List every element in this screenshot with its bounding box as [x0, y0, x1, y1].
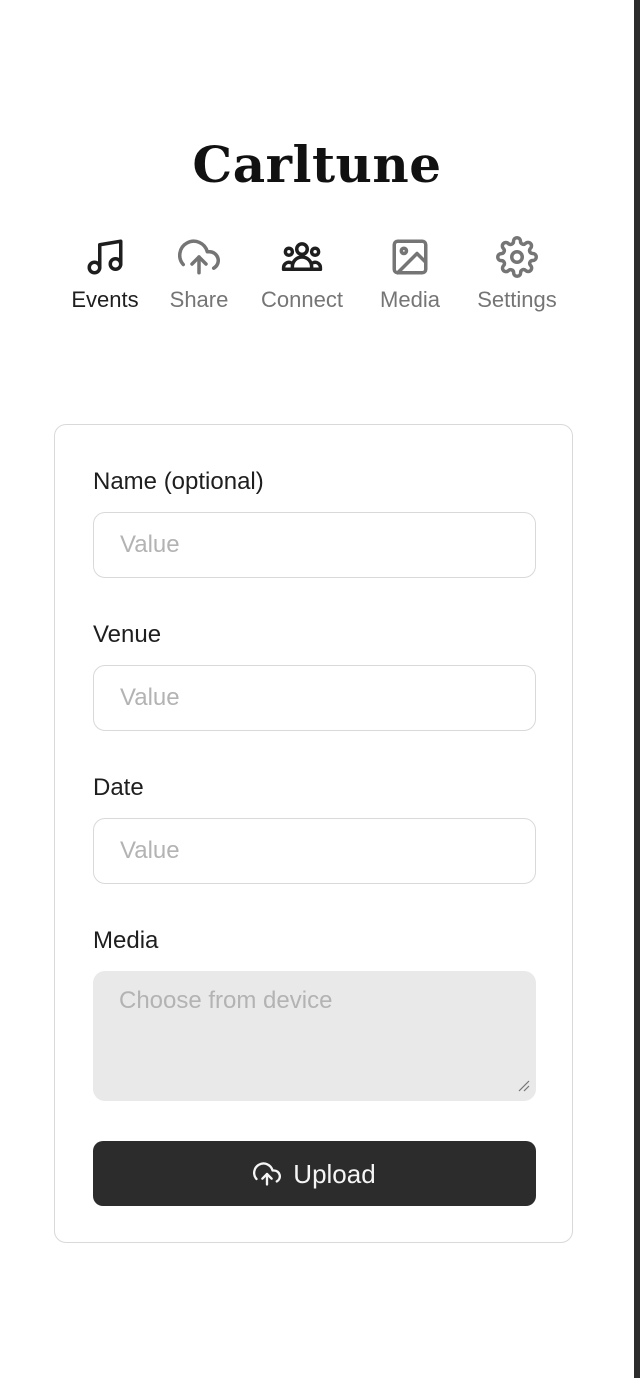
nav-item-label: Connect: [261, 287, 343, 312]
image-icon: [389, 236, 431, 278]
nav-item-settings[interactable]: Settings: [466, 236, 568, 320]
nav-item-label: Share: [169, 287, 229, 312]
upload-button-label: Upload: [293, 1158, 376, 1189]
nav-item-label: Events: [71, 287, 139, 312]
upload-cloud-icon: [178, 236, 220, 278]
name-input[interactable]: [93, 512, 536, 578]
users-icon: [281, 236, 323, 278]
event-form-card: Name (optional) Venue Date Media Upload: [54, 424, 573, 1243]
resize-handle-icon[interactable]: [518, 1079, 530, 1092]
venue-input[interactable]: [93, 665, 536, 731]
nav-item-share[interactable]: Share: [162, 236, 236, 320]
nav-item-label: Settings: [477, 287, 557, 312]
gear-icon: [496, 236, 538, 278]
nav-item-media[interactable]: Media: [372, 236, 448, 320]
name-label: Name (optional): [93, 468, 264, 495]
music-note-icon: [84, 236, 126, 278]
date-label: Date: [93, 774, 144, 801]
top-nav: Events Share Connect Media Settings: [0, 236, 634, 320]
app-title: Carltune: [192, 135, 442, 194]
window-edge: [634, 0, 640, 1378]
media-label: Media: [93, 927, 159, 954]
nav-item-events[interactable]: Events: [64, 236, 146, 320]
nav-item-label: Media: [380, 287, 440, 312]
upload-button[interactable]: Upload: [93, 1141, 536, 1206]
nav-item-connect[interactable]: Connect: [252, 236, 352, 320]
media-textarea[interactable]: [93, 971, 536, 1101]
venue-label: Venue: [93, 621, 162, 648]
date-input[interactable]: [93, 818, 536, 884]
upload-cloud-icon: [253, 1160, 282, 1188]
